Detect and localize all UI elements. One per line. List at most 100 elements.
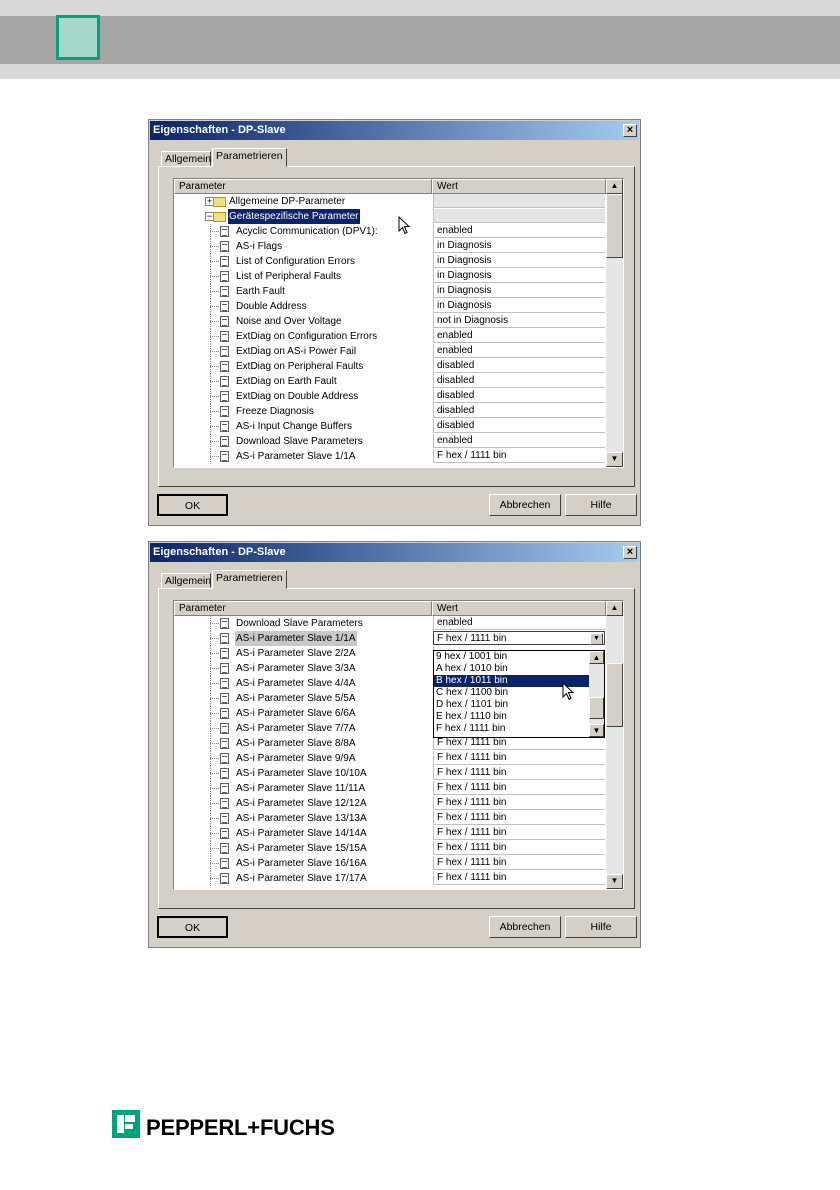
parameter-value[interactable]: F hex / 1111 bin bbox=[433, 841, 605, 855]
parameter-row[interactable]: AS-i Parameter Slave 1/1A F hex / 1111 bi… bbox=[174, 449, 606, 464]
parameter-row[interactable]: Download Slave Parameters enabled bbox=[174, 616, 606, 631]
cancel-button[interactable]: Abbrechen bbox=[489, 494, 561, 516]
parameter-value-combobox[interactable]: F hex / 1111 bin ▼ bbox=[433, 631, 605, 645]
parameter-row[interactable]: ExtDiag on Configuration Errors enabled bbox=[174, 329, 606, 344]
parameter-value[interactable]: in Diagnosis bbox=[433, 254, 605, 268]
scroll-up-icon[interactable]: ▲ bbox=[606, 179, 623, 194]
column-header-wert[interactable]: Wert bbox=[432, 179, 606, 194]
parameter-row[interactable]: AS-i Parameter Slave 13/13A F hex / 1111 … bbox=[174, 811, 606, 826]
parameter-row[interactable]: ExtDiag on Double Address disabled bbox=[174, 389, 606, 404]
parameter-value[interactable]: F hex / 1111 bin bbox=[433, 856, 605, 870]
help-button[interactable]: Hilfe bbox=[565, 494, 637, 516]
parameter-row[interactable]: ExtDiag on AS-i Power Fail enabled bbox=[174, 344, 606, 359]
parameter-row[interactable]: AS-i Parameter Slave 8/8A F hex / 1111 bi… bbox=[174, 736, 606, 751]
dropdown-option[interactable]: C hex / 1100 bin bbox=[434, 687, 604, 699]
close-icon[interactable]: × bbox=[623, 546, 637, 559]
parameter-value[interactable]: F hex / 1111 bin bbox=[433, 449, 605, 463]
parameter-row[interactable]: AS-i Parameter Slave 15/15A F hex / 1111 … bbox=[174, 841, 606, 856]
parameter-row[interactable]: Freeze Diagnosis disabled bbox=[174, 404, 606, 419]
value-dropdown-list[interactable]: 9 hex / 1001 bin A hex / 1010 bin B hex / … bbox=[433, 650, 605, 738]
column-header-wert[interactable]: Wert bbox=[432, 601, 606, 616]
close-icon[interactable]: × bbox=[623, 124, 637, 137]
parameter-grid[interactable]: Parameter Wert Download Slave Parameters… bbox=[173, 600, 624, 890]
tab-parametrieren[interactable]: Parametrieren bbox=[212, 570, 287, 589]
parameter-row[interactable]: Download Slave Parameters enabled bbox=[174, 434, 606, 449]
parameter-row[interactable]: ExtDiag on Peripheral Faults disabled bbox=[174, 359, 606, 374]
parameter-row[interactable]: List of Peripheral Faults in Diagnosis bbox=[174, 269, 606, 284]
parameter-value[interactable]: F hex / 1111 bin bbox=[433, 781, 605, 795]
dropdown-option[interactable]: F hex / 1111 bin bbox=[434, 723, 604, 735]
parameter-value[interactable]: F hex / 1111 bin bbox=[433, 751, 605, 765]
tab-parametrieren[interactable]: Parametrieren bbox=[212, 148, 287, 167]
parameter-value[interactable]: disabled bbox=[433, 389, 605, 403]
vertical-scrollbar[interactable]: ▲ ▼ bbox=[606, 601, 623, 889]
parameter-label: AS-i Parameter Slave 17/17A bbox=[236, 873, 367, 884]
help-button[interactable]: Hilfe bbox=[565, 916, 637, 938]
parameter-value[interactable]: enabled bbox=[433, 616, 605, 630]
title-bar[interactable]: Eigenschaften - DP-Slave × bbox=[150, 121, 639, 140]
parameter-value[interactable]: in Diagnosis bbox=[433, 239, 605, 253]
tab-allgemein[interactable]: Allgemein bbox=[161, 151, 211, 166]
parameter-value[interactable]: in Diagnosis bbox=[433, 299, 605, 313]
parameter-row[interactable]: AS-i Parameter Slave 1/1A F hex / 1111 bi… bbox=[174, 631, 606, 646]
tree-group-row-selected[interactable]: − Gerätespezifische Parameter bbox=[174, 209, 606, 224]
parameter-value[interactable]: enabled bbox=[433, 329, 605, 343]
column-header-parameter[interactable]: Parameter bbox=[174, 601, 432, 616]
parameter-value[interactable]: enabled bbox=[433, 224, 605, 238]
parameter-value[interactable]: disabled bbox=[433, 359, 605, 373]
parameter-row[interactable]: List of Configuration Errors in Diagnosis bbox=[174, 254, 606, 269]
title-bar[interactable]: Eigenschaften - DP-Slave × bbox=[150, 543, 639, 562]
parameter-row[interactable]: Earth Fault in Diagnosis bbox=[174, 284, 606, 299]
tree-group-row[interactable]: + Allgemeine DP-Parameter bbox=[174, 194, 606, 209]
tab-allgemein[interactable]: Allgemein bbox=[161, 573, 211, 588]
parameter-row[interactable]: AS-i Flags in Diagnosis bbox=[174, 239, 606, 254]
dropdown-option[interactable]: D hex / 1101 bin bbox=[434, 699, 604, 711]
ok-button[interactable]: OK bbox=[157, 916, 228, 938]
scroll-up-icon[interactable]: ▲ bbox=[589, 651, 604, 664]
parameter-value[interactable]: F hex / 1111 bin bbox=[433, 766, 605, 780]
dropdown-scrollbar[interactable]: ▲ ▼ bbox=[589, 651, 604, 737]
parameter-value[interactable]: enabled bbox=[433, 344, 605, 358]
column-header-parameter[interactable]: Parameter bbox=[174, 179, 432, 194]
scroll-down-icon[interactable]: ▼ bbox=[606, 874, 623, 889]
parameter-value[interactable]: F hex / 1111 bin bbox=[433, 826, 605, 840]
parameter-row[interactable]: AS-i Parameter Slave 14/14A F hex / 1111 … bbox=[174, 826, 606, 841]
scroll-up-icon[interactable]: ▲ bbox=[606, 601, 623, 616]
parameter-value[interactable]: F hex / 1111 bin bbox=[433, 796, 605, 810]
cancel-button[interactable]: Abbrechen bbox=[489, 916, 561, 938]
dropdown-option[interactable]: E hex / 1110 bin bbox=[434, 711, 604, 723]
vertical-scrollbar[interactable]: ▲ ▼ bbox=[606, 179, 623, 467]
parameter-value[interactable]: not in Diagnosis bbox=[433, 314, 605, 328]
tree-line bbox=[210, 818, 219, 819]
scroll-down-icon[interactable]: ▼ bbox=[606, 452, 623, 467]
parameter-row[interactable]: AS-i Parameter Slave 11/11A F hex / 1111 … bbox=[174, 781, 606, 796]
parameter-value[interactable]: in Diagnosis bbox=[433, 284, 605, 298]
parameter-value[interactable]: disabled bbox=[433, 419, 605, 433]
dropdown-option[interactable]: B hex / 1011 bin bbox=[434, 675, 604, 687]
parameter-value[interactable]: F hex / 1111 bin bbox=[433, 811, 605, 825]
parameter-row[interactable]: AS-i Parameter Slave 12/12A F hex / 1111 … bbox=[174, 796, 606, 811]
parameter-value[interactable]: enabled bbox=[433, 434, 605, 448]
scroll-thumb[interactable] bbox=[589, 697, 604, 719]
parameter-value[interactable]: F hex / 1111 bin bbox=[433, 736, 605, 750]
scroll-thumb[interactable] bbox=[606, 194, 623, 258]
parameter-row[interactable]: AS-i Parameter Slave 16/16A F hex / 1111 … bbox=[174, 856, 606, 871]
parameter-row[interactable]: Acyclic Communication (DPV1): enabled bbox=[174, 224, 606, 239]
parameter-value[interactable]: F hex / 1111 bin bbox=[433, 871, 605, 885]
parameter-value[interactable]: disabled bbox=[433, 404, 605, 418]
dropdown-arrow-icon[interactable]: ▼ bbox=[590, 633, 603, 645]
parameter-row[interactable]: AS-i Parameter Slave 17/17A F hex / 1111 … bbox=[174, 871, 606, 886]
dropdown-option[interactable]: 9 hex / 1001 bin bbox=[434, 651, 604, 663]
parameter-value[interactable]: disabled bbox=[433, 374, 605, 388]
parameter-row[interactable]: AS-i Parameter Slave 10/10A F hex / 1111 … bbox=[174, 766, 606, 781]
scroll-thumb[interactable] bbox=[606, 663, 623, 727]
dropdown-option[interactable]: A hex / 1010 bin bbox=[434, 663, 604, 675]
scroll-down-icon[interactable]: ▼ bbox=[589, 724, 604, 737]
parameter-row[interactable]: Double Address in Diagnosis bbox=[174, 299, 606, 314]
parameter-row[interactable]: AS-i Parameter Slave 9/9A F hex / 1111 bi… bbox=[174, 751, 606, 766]
parameter-row[interactable]: ExtDiag on Earth Fault disabled bbox=[174, 374, 606, 389]
ok-button[interactable]: OK bbox=[157, 494, 228, 516]
parameter-row[interactable]: AS-i Input Change Buffers disabled bbox=[174, 419, 606, 434]
parameter-row[interactable]: Noise and Over Voltage not in Diagnosis bbox=[174, 314, 606, 329]
parameter-value[interactable]: in Diagnosis bbox=[433, 269, 605, 283]
